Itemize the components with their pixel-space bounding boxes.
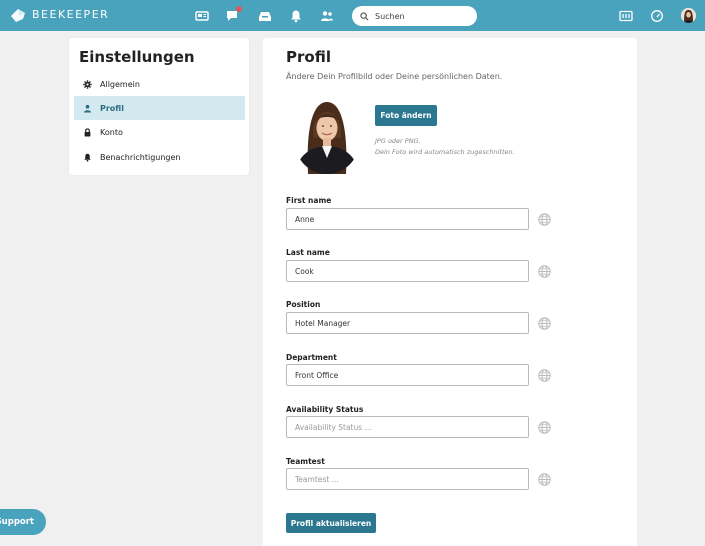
globe-icon[interactable] <box>538 421 551 434</box>
availability-status-field[interactable] <box>286 416 529 438</box>
support-button[interactable]: Support <box>0 509 46 535</box>
people-icon[interactable] <box>319 8 335 24</box>
sidebar-item-konto[interactable]: Konto <box>74 120 245 144</box>
sidebar-item-profil[interactable]: Profil <box>74 96 245 120</box>
department-label: Department <box>286 353 337 362</box>
brand-name: BEEKEEPER <box>32 8 110 21</box>
sidebar-item-allgemein[interactable]: Allgemein <box>74 72 245 96</box>
top-bar: BEEKEEPER <box>0 0 705 31</box>
first-name-field[interactable] <box>286 208 529 230</box>
sidebar-item-label: Benachrichtigungen <box>100 152 181 162</box>
bell-icon <box>82 152 92 162</box>
teamtest-field[interactable] <box>286 468 529 490</box>
beekeeper-logo-icon <box>11 9 25 22</box>
update-profile-button[interactable]: Profil aktualisieren <box>286 513 376 533</box>
sidebar-item-benachrichtigungen[interactable]: Benachrichtigungen <box>74 145 245 169</box>
profile-photo <box>295 98 359 174</box>
search-box[interactable] <box>352 6 477 26</box>
settings-sidebar: Einstellungen Allgemein Profil Konto Ben… <box>69 38 249 175</box>
chat-icon[interactable] <box>225 6 242 24</box>
sidebar-item-label: Konto <box>100 127 123 137</box>
first-name-label: First name <box>286 196 332 205</box>
search-input[interactable] <box>375 11 470 21</box>
sidebar-title: Einstellungen <box>79 48 195 66</box>
inbox-icon[interactable] <box>257 8 273 24</box>
bell-icon[interactable] <box>288 8 304 24</box>
page-subtitle: Ändere Dein Profilbild oder Deine persön… <box>286 72 503 81</box>
last-name-field[interactable] <box>286 260 529 282</box>
photo-format-hint: JPG oder PNG. <box>375 137 421 145</box>
lock-icon <box>82 127 92 137</box>
page-title: Profil <box>286 48 331 66</box>
position-field[interactable] <box>286 312 529 334</box>
position-label: Position <box>286 300 321 309</box>
profile-panel: Profil Ändere Dein Profilbild oder Deine… <box>263 38 637 546</box>
beekeeper-logo[interactable]: BEEKEEPER <box>10 7 109 23</box>
change-photo-button[interactable]: Foto ändern <box>375 105 437 126</box>
speedometer-icon[interactable] <box>649 8 665 24</box>
person-icon <box>82 103 92 113</box>
globe-icon[interactable] <box>538 213 551 226</box>
user-avatar[interactable] <box>681 8 696 23</box>
teamtest-label: Teamtest <box>286 457 325 466</box>
department-field[interactable] <box>286 364 529 386</box>
gear-icon <box>82 79 92 89</box>
globe-icon[interactable] <box>538 317 551 330</box>
last-name-label: Last name <box>286 248 330 257</box>
news-icon[interactable] <box>194 8 210 24</box>
availability-status-label: Availability Status <box>286 405 364 414</box>
globe-icon[interactable] <box>538 369 551 382</box>
globe-icon[interactable] <box>538 265 551 278</box>
apps-icon[interactable] <box>618 8 634 24</box>
photo-crop-hint: Dein Foto wird automatisch zugeschnitten… <box>375 148 515 156</box>
globe-icon[interactable] <box>538 473 551 486</box>
notification-badge <box>236 6 242 12</box>
sidebar-item-label: Profil <box>100 103 124 113</box>
search-icon <box>360 11 369 20</box>
sidebar-item-label: Allgemein <box>100 79 140 89</box>
